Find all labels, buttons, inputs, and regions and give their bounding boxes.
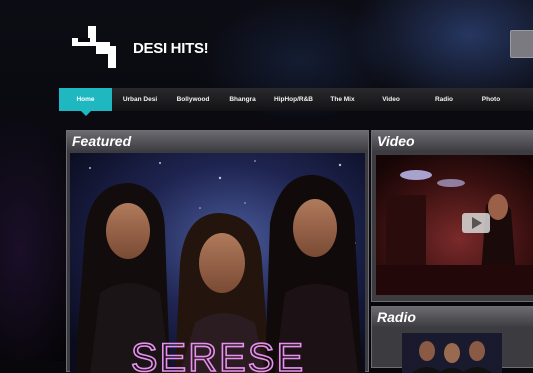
radio-title: Radio	[372, 307, 533, 327]
desi-hits-logo[interactable]	[66, 20, 126, 68]
featured-panel: Featured SERESE	[66, 130, 369, 373]
video-thumbnail[interactable]	[376, 155, 533, 295]
nav-item-bollywood[interactable]: Bollywood	[168, 88, 218, 111]
search-input[interactable]	[510, 30, 533, 58]
video-title: Video	[372, 131, 533, 151]
nav-item-bhangra[interactable]: Bhangra	[218, 88, 267, 111]
radio-panel: Radio	[371, 306, 533, 373]
play-icon[interactable]	[462, 213, 490, 233]
nav-item-video[interactable]: Video	[365, 88, 417, 111]
main-nav: Home Urban Desi Bollywood Bhangra HipHop…	[59, 88, 533, 116]
video-panel: Video	[371, 130, 533, 302]
featured-title: Featured	[67, 131, 368, 151]
nav-item-home[interactable]: Home	[59, 88, 112, 116]
nav-item-radio[interactable]: Radio	[417, 88, 471, 111]
serese-logo-text: SERESE	[131, 336, 305, 373]
nav-item-the-mix[interactable]: The Mix	[320, 88, 365, 111]
nav-item-hiphop-rnb[interactable]: HipHop/R&B	[267, 88, 320, 111]
nav-item-urban-desi[interactable]: Urban Desi	[112, 88, 168, 111]
featured-image[interactable]: SERESE	[70, 153, 365, 373]
site-title[interactable]: DESI HITS!	[133, 40, 209, 57]
nav-item-photo[interactable]: Photo	[471, 88, 511, 111]
radio-thumbnail[interactable]	[402, 333, 502, 373]
